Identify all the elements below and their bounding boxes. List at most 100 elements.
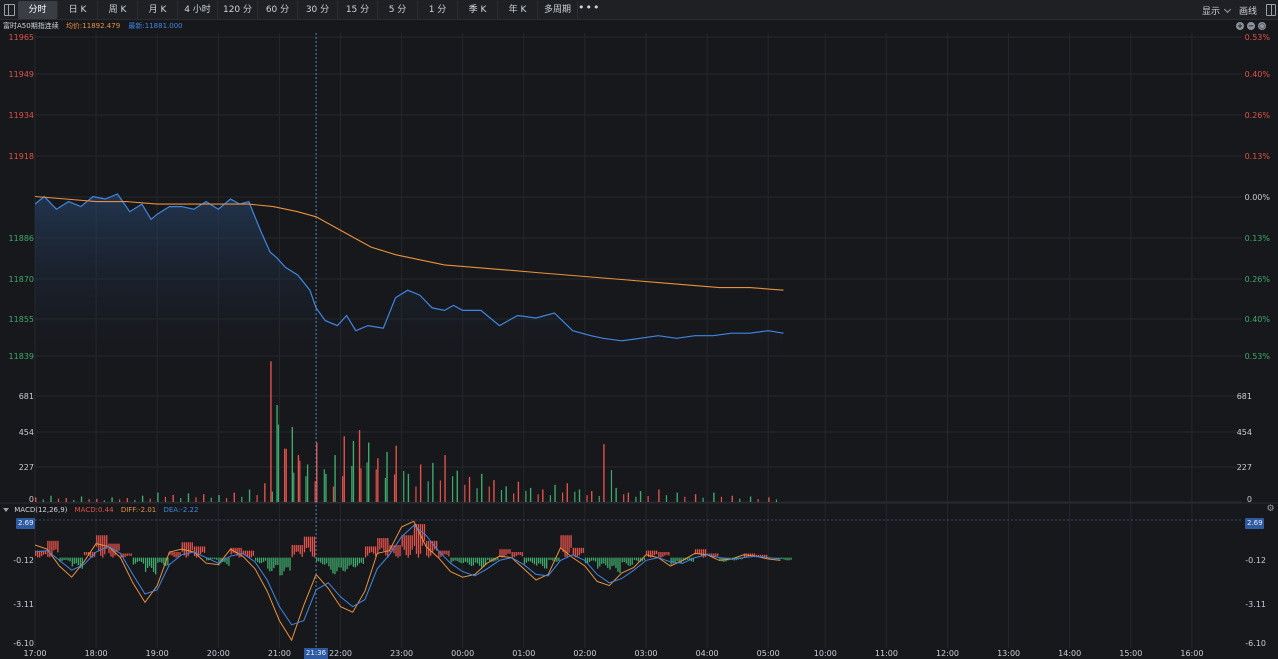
volume-bar (88, 498, 90, 502)
zoom-out-icon[interactable]: − (1247, 22, 1255, 30)
volume-bar (366, 462, 368, 502)
period-tab-0[interactable]: 分时 (18, 1, 58, 19)
volume-bar (141, 495, 144, 502)
price-chart (34, 193, 784, 356)
time-tick-label: 05:00 (757, 649, 780, 658)
reset-zoom-icon[interactable]: ○ (1258, 22, 1266, 30)
percent-tick-right: 0.40% (1245, 70, 1271, 79)
period-tab-5[interactable]: 120 分 (218, 1, 258, 19)
volume-tick-right: 227 (1237, 463, 1252, 472)
sidebar-toggle-icon[interactable] (4, 4, 15, 16)
zoom-in-icon[interactable]: + (1236, 22, 1244, 30)
macd-header: MACD(12,26,9) MACD:0.44 DIFF:-2.01 DEA:-… (3, 505, 198, 515)
period-tab-10[interactable]: 1 分 (418, 1, 458, 19)
volume-bar (172, 494, 174, 502)
macd-hist-bar (487, 557, 489, 561)
macd-hist-bar (456, 557, 458, 561)
macd-hist-bar (322, 557, 324, 565)
display-label: 显示 (1201, 6, 1220, 17)
period-tab-9[interactable]: 5 分 (378, 1, 418, 19)
chart-canvas[interactable]: 11965 11949 11934 11918 11886 11870 11855 11839… (0, 0, 1278, 659)
macd-hist-bar (246, 550, 249, 557)
volume-bar (395, 445, 397, 502)
time-tick-label: 14:00 (1058, 649, 1081, 658)
macd-hist-bar (409, 535, 411, 556)
volume-bar (134, 499, 136, 502)
macd-hist-bar (674, 557, 676, 562)
macd-hist-bar (560, 535, 562, 548)
macd-hist-bar (318, 557, 320, 562)
macd-hist-bar (370, 546, 373, 553)
collapse-triangle-icon[interactable] (3, 508, 9, 512)
macd-hist-bar (201, 546, 204, 553)
more-periods-icon[interactable]: ••• (578, 1, 599, 19)
macd-hist-bar (69, 557, 71, 562)
volume-bar (561, 492, 564, 502)
macd-hist-bar (468, 557, 470, 565)
display-menu-button[interactable]: 显示 (1201, 4, 1232, 17)
macd-hist-bar (599, 557, 601, 567)
volume-bar (537, 494, 539, 502)
macd-hist-bar (73, 557, 75, 564)
volume-bar (325, 473, 327, 502)
volume-bar (432, 462, 434, 502)
macd-hist-bar (788, 557, 790, 561)
period-tab-8[interactable]: 15 分 (338, 1, 378, 19)
volume-bar (210, 497, 212, 502)
macd-hist-bar (780, 557, 782, 560)
macd-hist-bar (613, 557, 615, 566)
volume-bar (500, 489, 503, 502)
period-tab-11[interactable]: 季 K (458, 1, 498, 19)
macd-hist-bar (134, 557, 137, 564)
macd-hist-bar (594, 557, 597, 562)
volume-bar (615, 487, 617, 502)
macd-hist-bar (446, 550, 448, 555)
volume-bar (403, 471, 405, 502)
macd-hist-bar (588, 557, 591, 563)
percent-tick-right: 0.26% (1245, 111, 1271, 120)
macd-hist-bar (163, 557, 165, 565)
macd-hist-bar (544, 557, 546, 569)
period-tab-13[interactable]: 多周期 (538, 1, 578, 19)
time-tick-label: 00:00 (451, 649, 474, 658)
macd-hist-bar (635, 557, 638, 561)
volume-bar (635, 496, 637, 502)
macd-hist-bar (152, 557, 155, 572)
volume-bar (285, 448, 287, 502)
macd-hist-bar (67, 557, 69, 561)
macd-hist-bar (670, 557, 672, 565)
macd-tick-left: -0.12 (13, 556, 34, 565)
panel-toggle-icon[interactable] (1266, 4, 1276, 16)
volume-bar (377, 458, 379, 502)
macd-hist-bar (356, 557, 359, 566)
volume-bar (702, 497, 704, 502)
volume-bar (35, 497, 37, 502)
macd-hist-bar (656, 550, 658, 555)
macd-hist-bar (199, 546, 202, 555)
period-tab-4[interactable]: 4 小时 (178, 1, 218, 19)
volume-tick-right: 0 (1247, 495, 1252, 504)
period-tab-6[interactable]: 60 分 (258, 1, 298, 19)
macd-hist-bar (387, 538, 389, 558)
draw-line-button[interactable]: 画线 (1239, 4, 1257, 17)
period-tab-12[interactable]: 年 K (498, 1, 538, 19)
macd-hist-bar (303, 536, 306, 553)
period-tab-1[interactable]: 日 K (58, 1, 98, 19)
volume-bar (720, 496, 723, 502)
period-tab-3[interactable]: 月 K (138, 1, 178, 19)
macd-hist-bar (517, 552, 519, 555)
macd-max-badge-right: 2.69 (1245, 518, 1264, 529)
volume-bar (334, 455, 336, 502)
gear-icon[interactable]: ⚙ (1266, 505, 1275, 514)
macd-hist-bar (403, 535, 405, 550)
macd-hist-bar (289, 557, 291, 571)
macd-hist-bar (648, 550, 650, 558)
period-tab-7[interactable]: 30 分 (298, 1, 338, 19)
macd-hist-bar (383, 538, 385, 551)
macd-hist-bar (108, 543, 110, 554)
macd-hist-bar (421, 524, 424, 546)
period-tab-2[interactable]: 周 K (98, 1, 138, 19)
volume-bar (603, 444, 605, 502)
volume-bar (452, 476, 454, 502)
macd-hist-bar (419, 524, 422, 554)
